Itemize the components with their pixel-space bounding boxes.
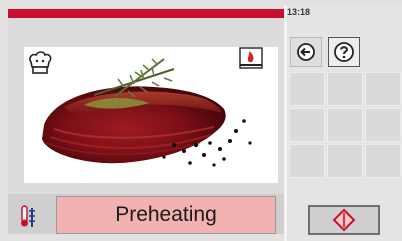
preheating-status-label: Preheating (115, 203, 217, 226)
start-stop-button[interactable] (308, 205, 380, 235)
empty-slot (327, 108, 363, 142)
empty-slot (289, 108, 325, 142)
chef-hat-icon (29, 51, 52, 74)
empty-slot (365, 72, 401, 106)
preheating-status: Preheating (56, 196, 276, 234)
empty-slot (289, 72, 325, 106)
question-mark-icon (334, 42, 354, 62)
empty-slot (365, 108, 401, 142)
empty-slot (365, 144, 401, 178)
top-heat-icon (239, 47, 263, 69)
empty-slot (327, 144, 363, 178)
start-stop-diamond-icon (332, 208, 356, 232)
core-temp-probe-icon[interactable] (18, 203, 42, 229)
empty-slot (289, 144, 325, 178)
progress-bar (8, 9, 284, 18)
empty-slot (327, 72, 363, 106)
back-button[interactable] (290, 37, 322, 67)
help-button[interactable] (328, 37, 360, 67)
clock: 13:18 (287, 7, 311, 17)
back-arrow-icon (297, 43, 315, 61)
